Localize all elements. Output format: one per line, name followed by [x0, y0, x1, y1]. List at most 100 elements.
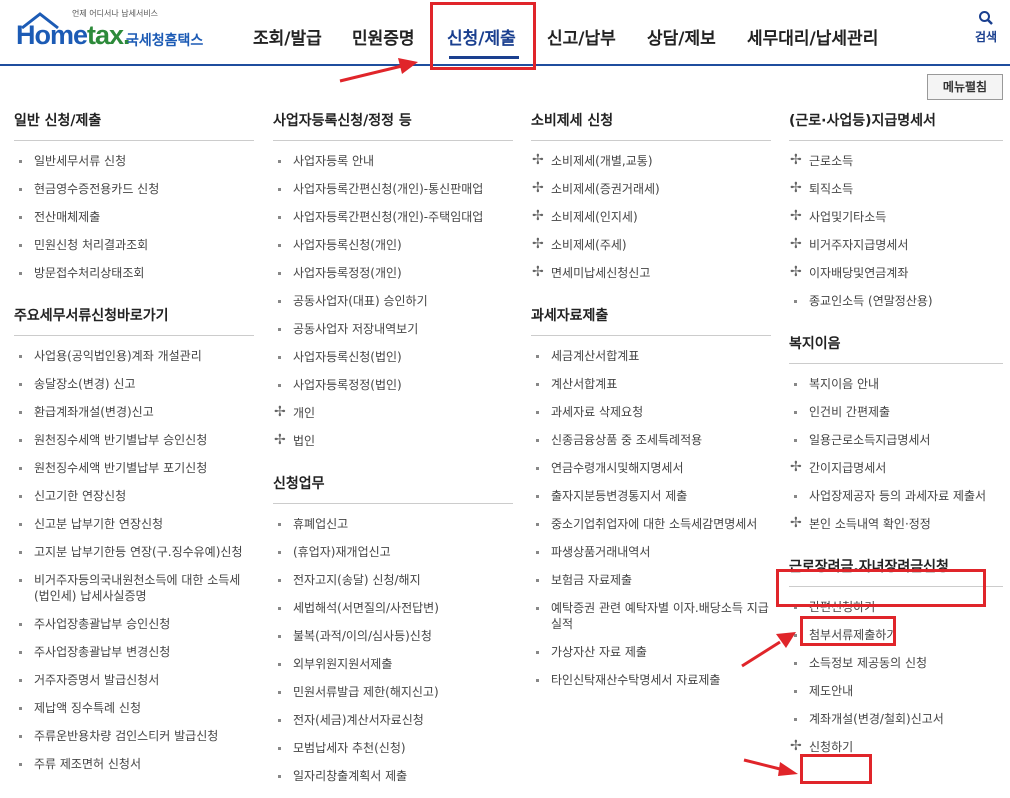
menu-item[interactable]: 외부위원지원서제출 — [273, 650, 513, 678]
menu-item[interactable]: 전자고지(송달) 신청/해지 — [273, 566, 513, 594]
expandable-menu-item[interactable]: ✢ 이자배당및연금계좌 — [789, 259, 1003, 287]
menu-item[interactable]: 세법해석(서면질의/사전답변) — [273, 594, 513, 622]
menu-item[interactable]: 사업자등록신청(법인) — [273, 343, 513, 371]
menu-item[interactable]: 비거주자등의국내원천소득에 대한 소득세(법인세) 납세사실증명 — [14, 566, 254, 610]
nav-civil-certificate[interactable]: 민원증명 — [352, 24, 415, 49]
menu-item[interactable]: 사업자등록정정(개인) — [273, 259, 513, 287]
highlight-box-nav — [430, 2, 536, 70]
menu-item[interactable]: 거주자증명서 발급신청서 — [14, 666, 254, 694]
expandable-menu-item[interactable]: ✢ 법인 — [273, 427, 513, 455]
menu-item[interactable]: 원천징수세액 반기별납부 승인신청 — [14, 426, 254, 454]
expandable-menu-item[interactable]: ✢ 소비제세(인지세) — [531, 203, 771, 231]
expandable-menu-item[interactable]: ✢ 소비제세(증권거래세) — [531, 175, 771, 203]
menu-column-1: 일반 신청/제출 일반세무서류 신청 현금영수증전용카드 신청 전산매체제출 민… — [14, 104, 254, 778]
menu-item[interactable]: 불복(과적/이의/심사등)신청 — [273, 622, 513, 650]
menu-item[interactable]: 복지이음 안내 — [789, 370, 1003, 398]
menu-item[interactable]: 주사업장총괄납부 승인신청 — [14, 610, 254, 638]
menu-item[interactable]: 원천징수세액 반기별납부 포기신청 — [14, 454, 254, 482]
section-title: 일반 신청/제출 — [14, 104, 254, 141]
highlight-box-apply — [800, 754, 872, 784]
menu-item[interactable]: 고지분 납부기한등 연장(구.징수유예)신청 — [14, 538, 254, 566]
arrow-annotation-nav — [339, 58, 418, 83]
plus-icon: ✢ — [532, 180, 544, 196]
plus-icon: ✢ — [274, 432, 286, 448]
menu-item[interactable]: 방문접수처리상태조회 — [14, 259, 254, 287]
menu-item[interactable]: 사업용(공익법인용)계좌 개설관리 — [14, 342, 254, 370]
menu-item[interactable]: 사업자등록정정(법인) — [273, 371, 513, 399]
highlight-box-section — [776, 569, 986, 607]
menu-item[interactable]: 파생상품거래내역서 — [531, 538, 771, 566]
menu-item[interactable]: 민원신청 처리결과조회 — [14, 231, 254, 259]
expandable-menu-item[interactable]: ✢ 본인 소득내역 확인·정정 — [789, 510, 1003, 538]
arrow-annotation-simple-apply — [741, 632, 796, 668]
menu-item[interactable]: 공동사업자(대표) 승인하기 — [273, 287, 513, 315]
menu-item[interactable]: 민원서류발급 제한(해지신고) — [273, 678, 513, 706]
menu-item[interactable]: 보험금 자료제출 — [531, 566, 771, 594]
menu-item[interactable]: 사업장제공자 등의 과세자료 제출서 — [789, 482, 1003, 510]
menu-item[interactable]: 타인신탁재산수탁명세서 자료제출 — [531, 666, 771, 694]
menu-item[interactable]: 일자리창출계획서 제출 — [273, 762, 513, 790]
expandable-menu-item[interactable]: ✢ 소비제세(주세) — [531, 231, 771, 259]
menu-item[interactable]: 제도안내 — [789, 677, 1003, 705]
menu-item[interactable]: 현금영수증전용카드 신청 — [14, 175, 254, 203]
expandable-menu-item[interactable]: ✢ 소비제세(개별,교통) — [531, 147, 771, 175]
menu-item[interactable]: 과세자료 삭제요청 — [531, 398, 771, 426]
menu-item[interactable]: 세금계산서합계표 — [531, 342, 771, 370]
menu-item[interactable]: 사업자등록신청(개인) — [273, 231, 513, 259]
menu-item[interactable]: 주류운반용차량 검인스티커 발급신청 — [14, 722, 254, 750]
nav-consult-report[interactable]: 상담/제보 — [647, 24, 716, 49]
menu-item[interactable]: 계산서합계표 — [531, 370, 771, 398]
menu-item[interactable]: 일반세무서류 신청 — [14, 147, 254, 175]
nav-inquiry-issuance[interactable]: 조회/발급 — [253, 24, 322, 49]
plus-icon: ✢ — [790, 738, 802, 754]
menu-item[interactable]: 가상자산 자료 제출 — [531, 638, 771, 666]
menu-item[interactable]: 사업자등록간편신청(개인)-주택임대업 — [273, 203, 513, 231]
menu-item[interactable]: 신고분 납부기한 연장신청 — [14, 510, 254, 538]
expandable-menu-item[interactable]: ✢ 사업및기타소득 — [789, 203, 1003, 231]
menu-item[interactable]: 환급계좌개설(변경)신고 — [14, 398, 254, 426]
hometax-logo[interactable]: 언제 어디서나 납세서비스 Hometax. 국세청홈택스 — [14, 8, 224, 58]
menu-item[interactable]: 모범납세자 추천(신청) — [273, 734, 513, 762]
menu-item[interactable]: 신고기한 연장신청 — [14, 482, 254, 510]
section-title: 신청업무 — [273, 467, 513, 504]
menu-item[interactable]: 전산매체제출 — [14, 203, 254, 231]
expandable-menu-item[interactable]: ✢ 근로소득 — [789, 147, 1003, 175]
menu-item[interactable]: 계좌개설(변경/철회)신고서 — [789, 705, 1003, 733]
menu-item[interactable]: 소득정보 제공동의 신청 — [789, 649, 1003, 677]
menu-item[interactable]: 주류 제조면허 신청서 — [14, 750, 254, 778]
menu-column-2: 사업자등록신청/정정 등 사업자등록 안내 사업자등록간편신청(개인)-통신판매… — [273, 104, 513, 790]
menu-item[interactable]: 주사업장총괄납부 변경신청 — [14, 638, 254, 666]
expandable-menu-item[interactable]: ✢ 간이지급명세서 — [789, 454, 1003, 482]
search-button[interactable]: 검색 — [968, 10, 1004, 45]
menu-item[interactable]: 예탁증권 관련 예탁자별 이자.배당소득 지급 실적 — [531, 594, 771, 638]
nav-tax-agent[interactable]: 세무대리/납세관리 — [747, 24, 878, 49]
nav-report-payment[interactable]: 신고/납부 — [547, 24, 616, 49]
menu-item[interactable]: 인건비 간편제출 — [789, 398, 1003, 426]
menu-item[interactable]: 송달장소(변경) 신고 — [14, 370, 254, 398]
section-title: 주요세무서류신청바로가기 — [14, 299, 254, 336]
logo-wordmark: Hometax. — [16, 20, 131, 50]
menu-item[interactable]: 일용근로소득지급명세서 — [789, 426, 1003, 454]
expandable-menu-item[interactable]: ✢ 개인 — [273, 399, 513, 427]
menu-item[interactable]: 출자지분등변경통지서 제출 — [531, 482, 771, 510]
plus-icon: ✢ — [790, 152, 802, 168]
menu-item[interactable]: 중소기업취업자에 대한 소득세감면명세서 — [531, 510, 771, 538]
expandable-menu-item[interactable]: ✢ 퇴직소득 — [789, 175, 1003, 203]
section-title: 복지이음 — [789, 327, 1003, 364]
menu-item[interactable]: 휴폐업신고 — [273, 510, 513, 538]
arrow-annotation-apply — [743, 758, 798, 776]
menu-item[interactable]: 제납액 징수특례 신청 — [14, 694, 254, 722]
menu-item[interactable]: 사업자등록간편신청(개인)-통신판매업 — [273, 175, 513, 203]
menu-item[interactable]: 전자(세금)계산서자료신청 — [273, 706, 513, 734]
menu-item[interactable]: 신종금융상품 중 조세특례적용 — [531, 426, 771, 454]
menu-item[interactable]: 종교인소득 (연말정산용) — [789, 287, 1003, 315]
menu-item[interactable]: 공동사업자 저장내역보기 — [273, 315, 513, 343]
menu-item[interactable]: (휴업자)재개업신고 — [273, 538, 513, 566]
plus-icon: ✢ — [532, 236, 544, 252]
menu-item[interactable]: 사업자등록 안내 — [273, 147, 513, 175]
menu-expand-button[interactable]: 메뉴펼침 — [927, 74, 1003, 100]
expandable-menu-item[interactable]: ✢ 면세미납세신청신고 — [531, 259, 771, 287]
menu-item[interactable]: 연금수령개시및해지명세서 — [531, 454, 771, 482]
expandable-menu-item[interactable]: ✢ 비거주자지급명세서 — [789, 231, 1003, 259]
search-icon — [979, 11, 993, 25]
